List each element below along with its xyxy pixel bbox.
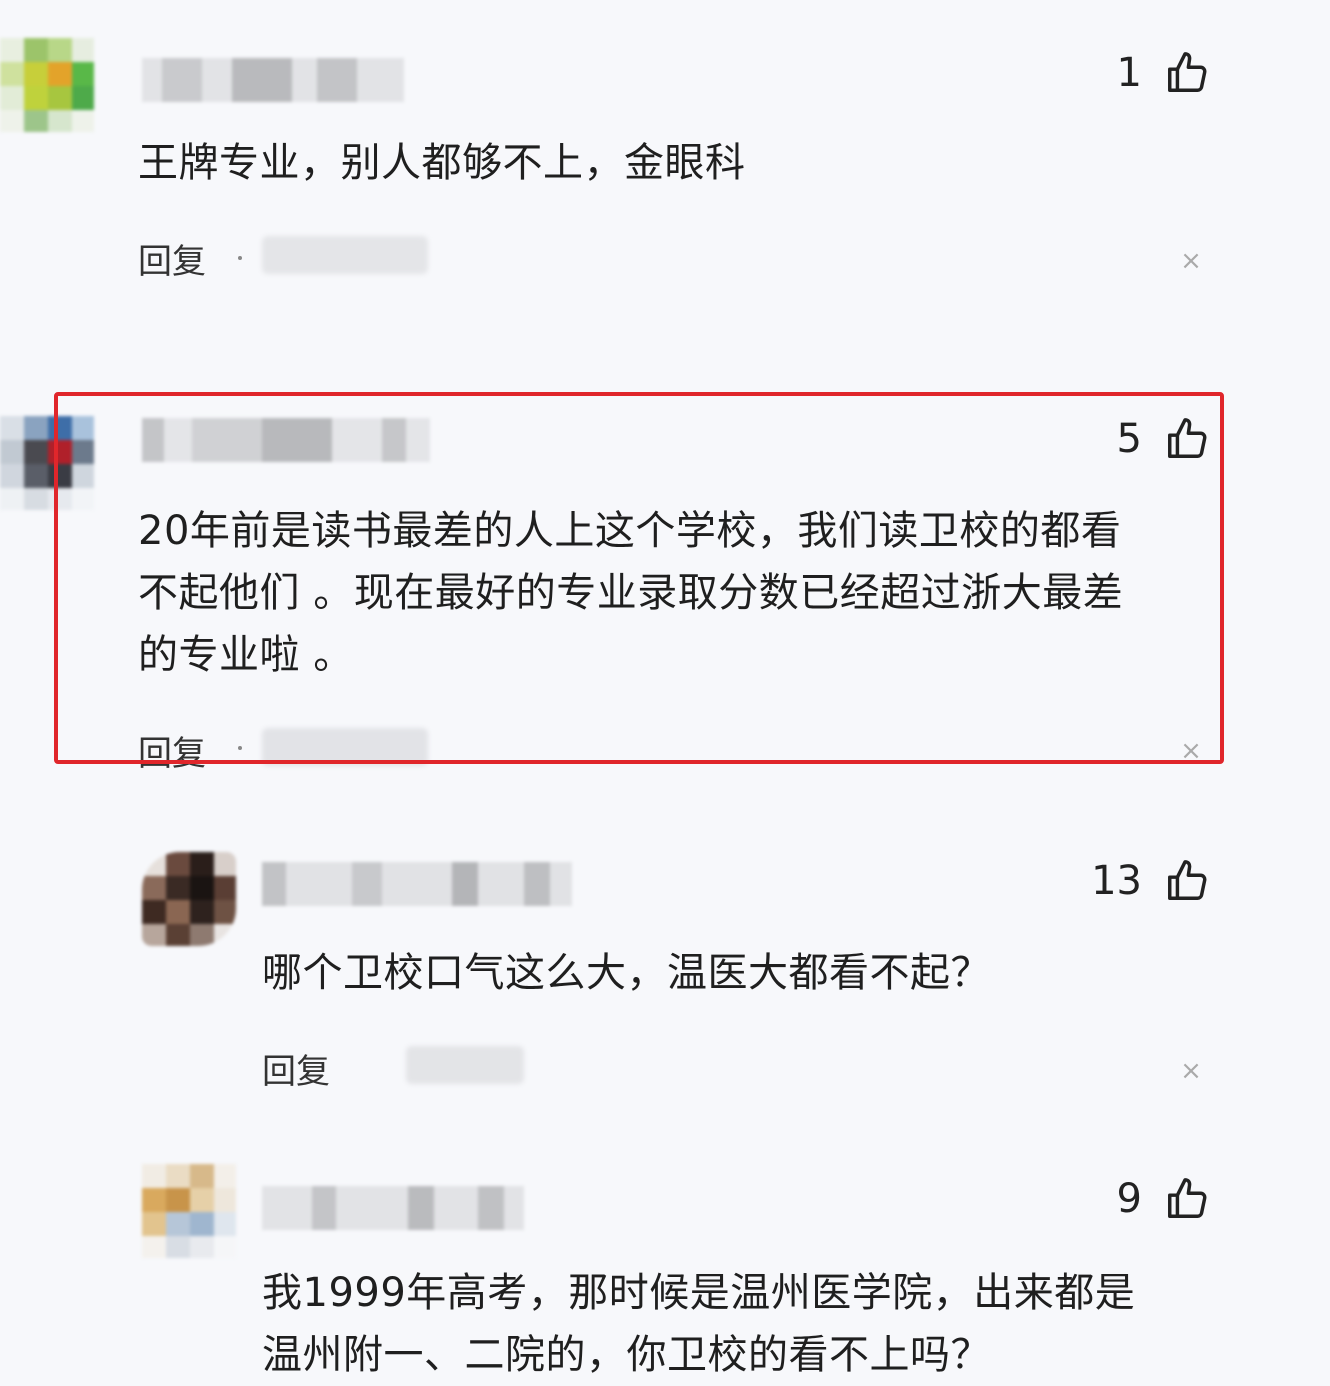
like-count: 1 bbox=[1116, 50, 1142, 96]
thumbs-up-icon[interactable] bbox=[1164, 858, 1210, 904]
like-control[interactable]: 9 bbox=[1117, 1176, 1210, 1222]
reply-button[interactable]: 回复 bbox=[262, 1044, 330, 1093]
like-count: 9 bbox=[1116, 1176, 1142, 1222]
thumbs-up-icon[interactable] bbox=[1164, 50, 1210, 96]
username[interactable] bbox=[262, 862, 572, 906]
username[interactable] bbox=[262, 1186, 524, 1230]
close-icon[interactable]: × bbox=[1180, 1058, 1202, 1084]
reply-button[interactable]: 回复 bbox=[138, 234, 206, 283]
thumbs-up-icon[interactable] bbox=[1164, 1176, 1210, 1222]
like-control[interactable]: 1 bbox=[1117, 50, 1210, 96]
comment-text: 哪个卫校口气这么大，温医大都看不起？ bbox=[262, 950, 991, 996]
like-control[interactable]: 13 bbox=[1091, 858, 1210, 904]
timestamp-blurred bbox=[262, 236, 428, 274]
highlight-box bbox=[54, 392, 1224, 764]
avatar[interactable] bbox=[0, 38, 94, 132]
separator-dot bbox=[238, 256, 242, 260]
username[interactable] bbox=[142, 58, 404, 102]
avatar[interactable] bbox=[142, 1164, 236, 1258]
like-count: 13 bbox=[1091, 858, 1142, 904]
comment-text: 我1999年高考，那时候是温州医学院，出来都是 温州附一、二院的，你卫校的看不上… bbox=[262, 1270, 1136, 1378]
close-icon[interactable]: × bbox=[1180, 248, 1202, 274]
avatar[interactable] bbox=[142, 852, 236, 946]
timestamp-blurred bbox=[406, 1046, 524, 1084]
comment-text: 王牌专业，别人都够不上，金眼科 bbox=[138, 140, 746, 186]
